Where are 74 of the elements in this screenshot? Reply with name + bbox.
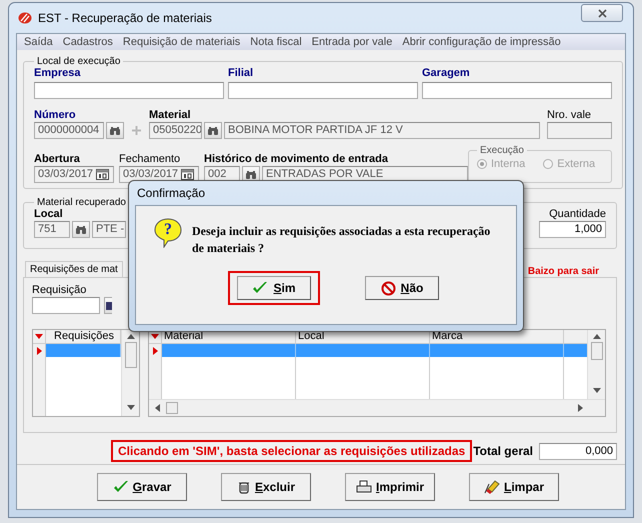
- input-field[interactable]: 0,000: [539, 442, 617, 460]
- action-button[interactable]: Limpar: [469, 473, 559, 501]
- eraser-icon: [484, 480, 500, 494]
- input-field[interactable]: [34, 82, 224, 99]
- input-field[interactable]: [228, 82, 418, 99]
- close-icon: [598, 8, 606, 18]
- scroll-thumb[interactable]: [590, 342, 602, 360]
- question-icon: ?: [154, 218, 182, 248]
- scroll-thumb[interactable]: [124, 342, 136, 368]
- input-field[interactable]: [32, 297, 100, 314]
- field-label: Nro. vale: [547, 109, 592, 122]
- scrollbar[interactable]: [149, 399, 605, 416]
- dialog-title: Confirmação: [136, 185, 206, 202]
- binoculars-icon: [207, 126, 219, 136]
- input-field[interactable]: 1,000: [539, 221, 606, 238]
- scroll-down-icon: [592, 388, 600, 393]
- dialog-button[interactable]: Não: [365, 276, 439, 300]
- row-pointer-icon: [152, 346, 158, 354]
- dialog-message: Deseja incluir as requisições associadas a esta recuperação de materiais ?: [192, 223, 492, 257]
- field-label: Quantidade: [549, 208, 606, 221]
- checkmark-icon: [252, 281, 268, 295]
- binoculars-button[interactable]: [204, 122, 222, 139]
- menu-item[interactable]: Cadastros: [62, 36, 113, 48]
- scroll-left-icon[interactable]: [155, 404, 160, 412]
- action-button[interactable]: Gravar: [97, 473, 187, 501]
- field-label: Fechamento: [119, 153, 182, 166]
- group-title: Material recuperado: [36, 197, 127, 208]
- field-label: Número: [34, 109, 77, 122]
- field-label: Histórico de movimento de entrada: [204, 153, 389, 166]
- printer-icon: [356, 480, 372, 494]
- plus-icon: [132, 126, 141, 135]
- scrollbar[interactable]: [121, 330, 139, 416]
- binoculars-icon: [109, 126, 121, 136]
- binoculars-icon: [75, 224, 87, 234]
- group-title: Local de execução: [36, 56, 122, 67]
- tab[interactable]: Requisições de mat: [25, 261, 123, 277]
- field-label: Local: [34, 208, 64, 221]
- scroll-up-icon[interactable]: [126, 334, 134, 339]
- hint-text: Baizo para sair: [528, 266, 599, 277]
- sort-indicator-icon: [35, 334, 43, 339]
- app-logo-icon: [18, 12, 32, 24]
- scroll-down-icon: [126, 405, 134, 410]
- input-field[interactable]: [422, 82, 612, 99]
- scroll-right-icon: [578, 404, 583, 412]
- binoculars-button[interactable]: [72, 221, 90, 238]
- field-label: Requisição: [32, 284, 86, 297]
- field-label: Empresa: [34, 67, 82, 80]
- checkmark-icon: [112, 480, 129, 494]
- menu-item[interactable]: Entrada por vale: [312, 36, 392, 48]
- sort-indicator-icon: [151, 334, 159, 339]
- field-label: Total geral: [473, 444, 533, 458]
- menu-item[interactable]: Abrir configuração de impressão: [402, 36, 561, 48]
- close-button[interactable]: [581, 4, 623, 22]
- window-title: EST - Recuperação de materiais: [38, 11, 212, 25]
- action-button[interactable]: Excluir: [221, 473, 311, 501]
- search-button[interactable]: [104, 297, 112, 314]
- field-label: Garagem: [422, 67, 471, 80]
- group-title: Execução: [479, 145, 525, 156]
- trash-icon: [236, 480, 251, 494]
- binoculars-button[interactable]: [106, 122, 124, 139]
- row-pointer-icon: [36, 346, 42, 354]
- menu-item[interactable]: Saída: [24, 36, 53, 48]
- scroll-thumb[interactable]: [166, 402, 178, 414]
- action-button[interactable]: Imprimir: [345, 473, 435, 501]
- scrollbar[interactable]: [587, 330, 605, 399]
- instruction-note: Clicando em 'SIM', basta selecionar as requisições utilizadas: [111, 440, 472, 462]
- field-label: Abertura: [34, 153, 81, 166]
- menu-item[interactable]: Requisição de materiais: [122, 36, 240, 48]
- field-label: Material: [149, 109, 192, 122]
- prohibited-icon: [380, 280, 396, 296]
- menu-item[interactable]: Nota fiscal: [250, 36, 302, 48]
- field-label: Filial: [228, 67, 254, 80]
- scroll-up-icon[interactable]: [592, 334, 600, 339]
- dialog-button[interactable]: Sim: [237, 276, 311, 300]
